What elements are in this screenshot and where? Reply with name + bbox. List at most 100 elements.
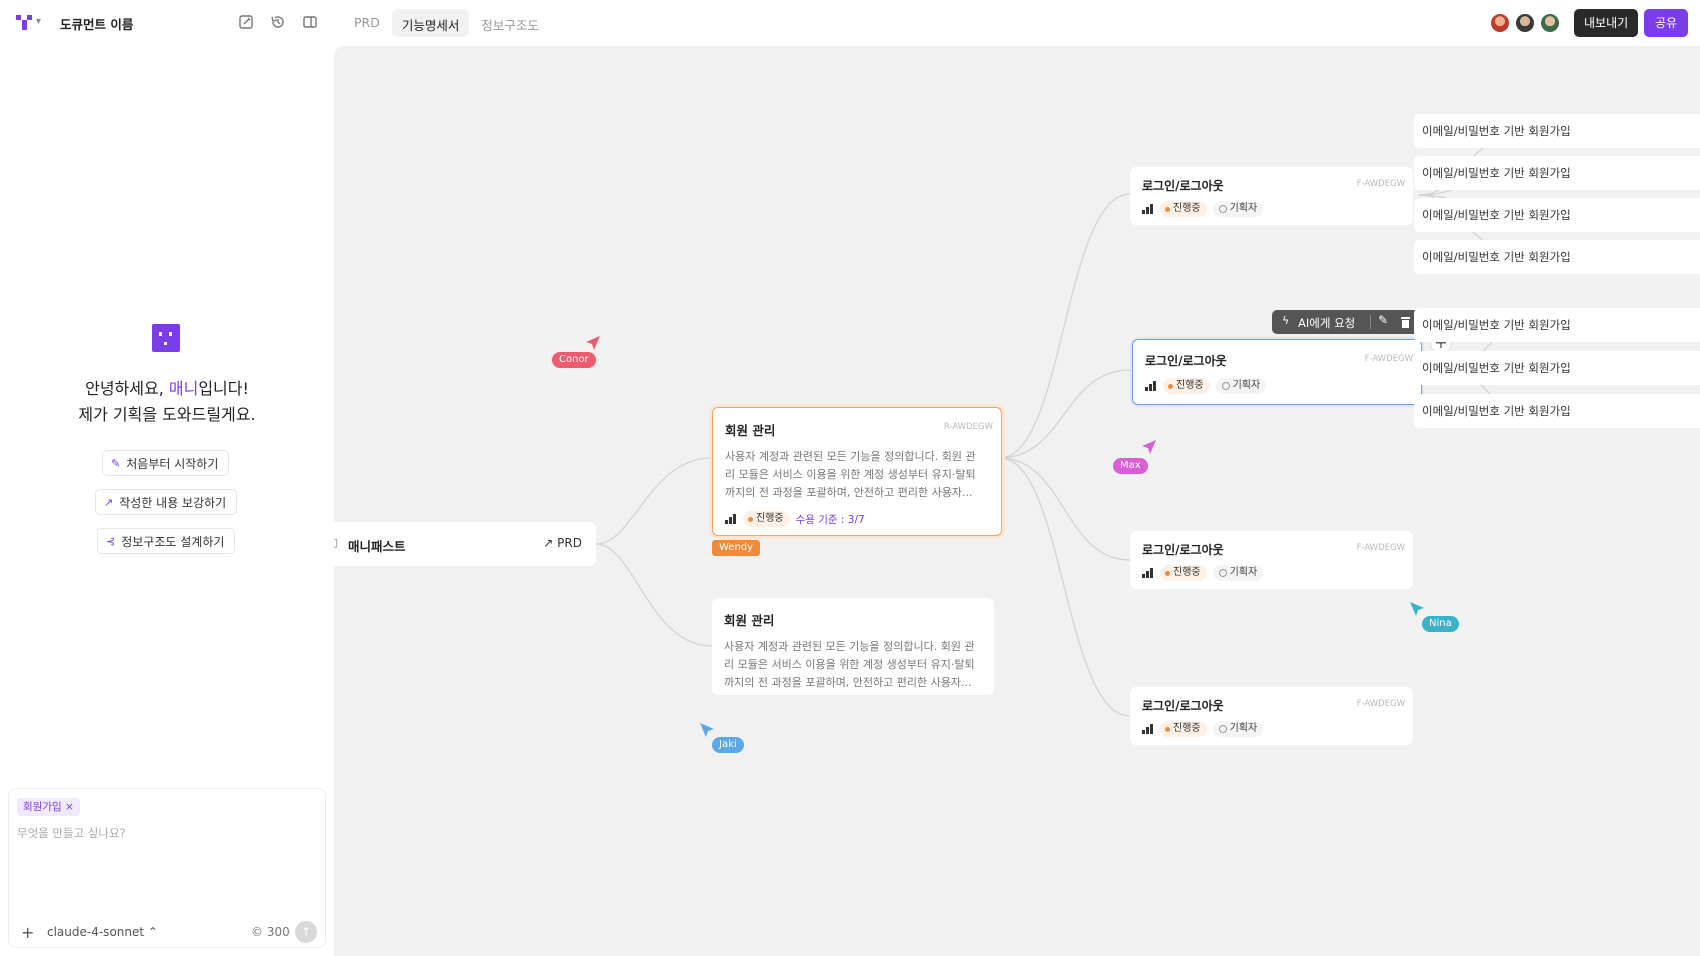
trash-icon[interactable] [1400, 316, 1411, 328]
credit-count: © 300 [251, 925, 290, 939]
status-label: 진행중 [1173, 567, 1201, 578]
greeting-text: 안녕하세요, 매니입니다! 제가 기획을 도와드릴게요. [0, 376, 334, 428]
child-node[interactable]: 이메일/비밀번호 기반 회원가입 [1414, 240, 1700, 274]
status-label: 진행중 [756, 513, 784, 524]
root-node-link[interactable]: ↗ PRD [543, 536, 582, 550]
card-meta: 진행중 기획자 [1142, 201, 1264, 217]
connector [999, 369, 1131, 459]
export-button[interactable]: 내보내기 [1574, 9, 1639, 37]
cursor-arrow-icon [586, 336, 600, 350]
chat-input[interactable]: 무엇을 만들고 싶나요? [17, 825, 126, 841]
status-badge[interactable]: 진행중 [743, 511, 790, 527]
assignee-badge[interactable]: 기획자 [1215, 378, 1267, 394]
tab-information-architecture[interactable]: 정보구조도 [471, 9, 549, 37]
child-node[interactable]: 이메일/비밀번호 기반 회원가입 [1414, 308, 1700, 342]
root-node[interactable]: ▯ 매니패스트 ↗ PRD [334, 522, 596, 566]
connector [999, 457, 1131, 717]
enhance-content-button[interactable]: ↗ 작성한 내용 보강하기 [95, 489, 238, 515]
card-description: 사용자 계정과 관련된 모든 기능을 정의합니다. 회원 관리 모듈은 서비스 … [725, 450, 976, 499]
tab-prd[interactable]: PRD [344, 9, 390, 37]
chevron-up-icon: ⌃ [147, 925, 158, 939]
connector [999, 457, 1131, 561]
cursor-label: Jaki [712, 737, 744, 753]
attach-plus-icon[interactable]: + [21, 923, 34, 942]
avatar[interactable] [1514, 12, 1536, 34]
requirement-card[interactable]: 회원 관리 사용자 계정과 관련된 모든 기능을 정의합니다. 회원 관리 모듈… [712, 598, 994, 695]
top-bar: ▾ 도큐먼트 이름 PRD 기능명세서 정보구조도 내보내기 공유 [0, 0, 1700, 46]
divider [1370, 315, 1371, 329]
acceptance-criteria: 수용 기준 : 3/7 [795, 513, 865, 526]
assignee-badge[interactable]: 기획자 [1212, 201, 1264, 217]
status-badge[interactable]: 진행중 [1160, 721, 1207, 737]
priority-bars-icon [1142, 724, 1154, 734]
chat-composer: 회원가입 × 무엇을 만들고 싶나요? + claude-4-sonnet ⌃ … [8, 788, 326, 948]
collaborator-avatars [1489, 12, 1561, 34]
avatar[interactable] [1539, 12, 1561, 34]
credit-icon: © [251, 925, 263, 939]
ask-ai-button[interactable]: AI에게 요청 [1298, 315, 1355, 331]
feature-card[interactable]: 로그인/로그아웃 F-AWDEGW 진행중 기획자 [1130, 687, 1413, 745]
child-node[interactable]: 이메일/비밀번호 기반 회원가입 [1414, 351, 1700, 385]
card-code: F-AWDEGW [1356, 543, 1405, 553]
history-icon[interactable] [269, 13, 287, 31]
document-title[interactable]: 도큐먼트 이름 [60, 14, 133, 33]
send-button[interactable]: ↑ [295, 921, 317, 943]
status-badge[interactable]: 진행중 [1160, 201, 1207, 217]
feature-card[interactable]: 로그인/로그아웃 F-AWDEGW 진행중 기획자 [1130, 167, 1413, 225]
arrow-up-right-icon: ↗ [543, 536, 554, 550]
sitemap-icon: ⊰ [106, 534, 116, 548]
avatar[interactable] [1489, 12, 1511, 34]
child-node[interactable]: 이메일/비밀번호 기반 회원가입 [1414, 156, 1700, 190]
app-logo-icon[interactable] [16, 14, 32, 30]
user-icon [1218, 725, 1227, 733]
status-label: 진행중 [1176, 380, 1204, 391]
card-title: 로그인/로그아웃 [1142, 543, 1224, 557]
cursor-label: Conor [552, 352, 596, 368]
tab-feature-spec[interactable]: 기능명세서 [391, 9, 470, 37]
card-title: 로그인/로그아웃 [1142, 179, 1224, 193]
model-selector[interactable]: claude-4-sonnet ⌃ [47, 925, 158, 939]
greeting-suffix: 입니다! [198, 379, 249, 398]
action-label: 정보구조도 설계하기 [121, 534, 225, 549]
share-button[interactable]: 공유 [1644, 9, 1689, 37]
chip-label: 회원가입 [23, 801, 62, 813]
status-badge[interactable]: 진행중 [1163, 378, 1210, 394]
user-icon [1218, 569, 1227, 577]
design-ia-button[interactable]: ⊰ 정보구조도 설계하기 [97, 528, 236, 554]
child-node[interactable]: 이메일/비밀번호 기반 회원가입 [1414, 114, 1700, 148]
edit-icon[interactable]: ✎ [1378, 313, 1388, 327]
assignee-badge[interactable]: 기획자 [1212, 721, 1264, 737]
role-label: 기획자 [1232, 380, 1261, 391]
priority-bars-icon [1145, 381, 1157, 391]
mindmap-canvas[interactable]: ▯ 매니패스트 ↗ PRD 회원 관리 R-AWDEGW 사용자 계정과 관련된… [334, 46, 1700, 956]
arrow-up-right-icon: ↗ [104, 495, 114, 509]
status-badge[interactable]: 진행중 [1160, 565, 1207, 581]
card-code: F-AWDEGW [1356, 179, 1405, 189]
user-icon [1221, 382, 1230, 390]
edit-icon: ✎ [111, 456, 121, 470]
root-node-title: 매니패스트 [348, 539, 406, 554]
cursor-label: Nina [1422, 616, 1459, 632]
greeting-subtitle: 제가 기획을 도와드릴게요. [78, 405, 256, 424]
panel-toggle-icon[interactable] [301, 13, 319, 31]
close-icon[interactable]: × [65, 801, 74, 813]
card-meta: 진행중 기획자 [1142, 721, 1264, 737]
assignee-badge[interactable]: 기획자 [1212, 565, 1264, 581]
lightning-icon: ϟ [1282, 314, 1290, 327]
start-from-scratch-button[interactable]: ✎ 처음부터 시작하기 [102, 450, 230, 476]
child-node[interactable]: 이메일/비밀번호 기반 회원가입 [1414, 394, 1700, 428]
link-label: PRD [557, 536, 582, 550]
new-document-icon[interactable] [237, 13, 255, 31]
assistant-panel: 안녕하세요, 매니입니다! 제가 기획을 도와드릴게요. ✎ 처음부터 시작하기… [0, 46, 334, 956]
cursor-arrow-icon [1410, 602, 1424, 616]
child-node[interactable]: 이메일/비밀번호 기반 회원가입 [1414, 198, 1700, 232]
user-icon [1218, 205, 1227, 213]
requirement-card[interactable]: 회원 관리 R-AWDEGW 사용자 계정과 관련된 모든 기능을 정의합니다.… [712, 407, 1002, 536]
card-code: F-AWDEGW [1364, 354, 1413, 364]
feature-card[interactable]: 로그인/로그아웃 F-AWDEGW 진행중 기획자 [1132, 339, 1422, 405]
chevron-down-icon[interactable]: ▾ [36, 16, 41, 27]
card-title: 로그인/로그아웃 [1145, 354, 1227, 368]
context-chip[interactable]: 회원가입 × [17, 798, 80, 816]
feature-card[interactable]: 로그인/로그아웃 F-AWDEGW 진행중 기획자 [1130, 531, 1413, 589]
card-code: F-AWDEGW [1356, 699, 1405, 709]
